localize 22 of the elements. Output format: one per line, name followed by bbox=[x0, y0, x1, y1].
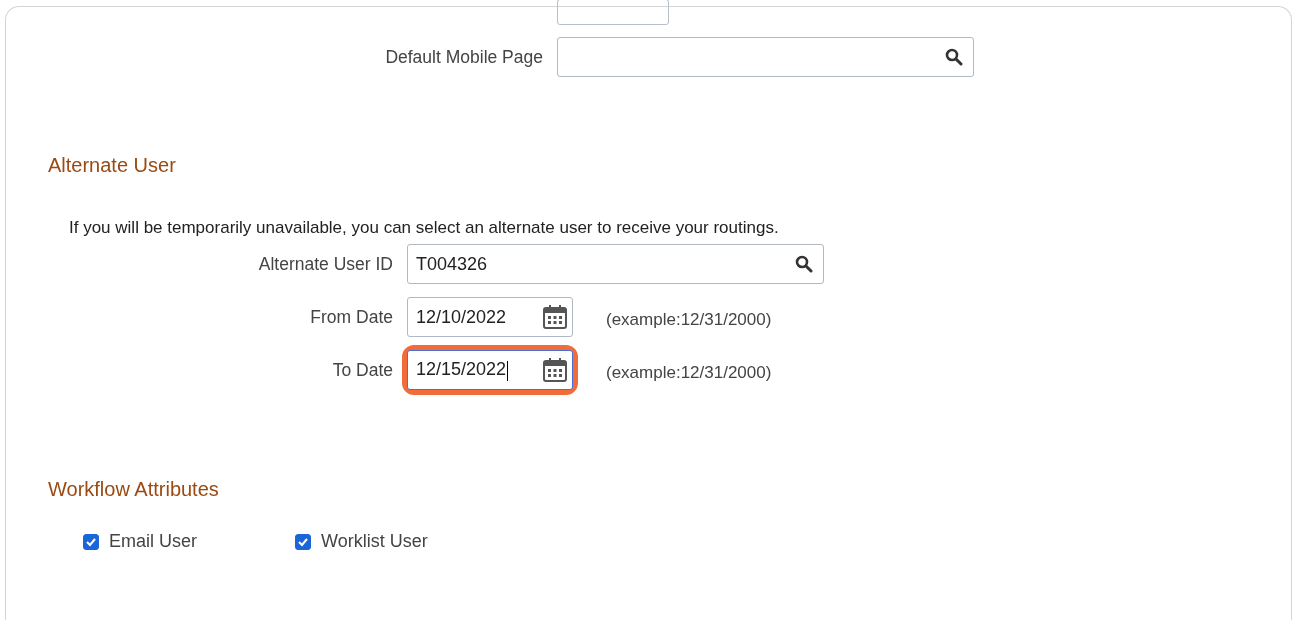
section-heading: Alternate User bbox=[48, 154, 177, 177]
input-field[interactable] bbox=[557, 0, 669, 25]
field-label: From Date bbox=[309, 306, 394, 328]
date-field[interactable]: 12/10/2022 bbox=[407, 297, 573, 337]
date-format-hint: (example:12/31/2000) bbox=[606, 363, 772, 383]
calendar-icon[interactable] bbox=[542, 304, 568, 330]
section-heading: Workflow Attributes bbox=[48, 478, 220, 501]
checkbox[interactable] bbox=[83, 533, 99, 550]
calendar-icon[interactable] bbox=[542, 357, 568, 383]
checkbox-label: Email User bbox=[109, 531, 197, 552]
default-mobile-page-field[interactable] bbox=[557, 37, 974, 77]
checkbox-label: Worklist User bbox=[321, 531, 428, 552]
search-icon[interactable] bbox=[795, 255, 813, 273]
field-label: Default Mobile Page bbox=[384, 46, 544, 68]
search-icon[interactable] bbox=[945, 48, 963, 66]
info-text: If you will be temporarily unavailable, you can select an alternate user to receive your routings. bbox=[69, 218, 780, 238]
date-field[interactable]: 12/15/2022 bbox=[407, 350, 573, 390]
alternate-user-id-field[interactable]: T004326 bbox=[407, 244, 824, 284]
date-format-hint: (example:12/31/2000) bbox=[606, 310, 772, 330]
checkbox[interactable] bbox=[295, 533, 311, 550]
field-label: To Date bbox=[331, 359, 394, 381]
field-label: Alternate User ID bbox=[257, 253, 394, 275]
